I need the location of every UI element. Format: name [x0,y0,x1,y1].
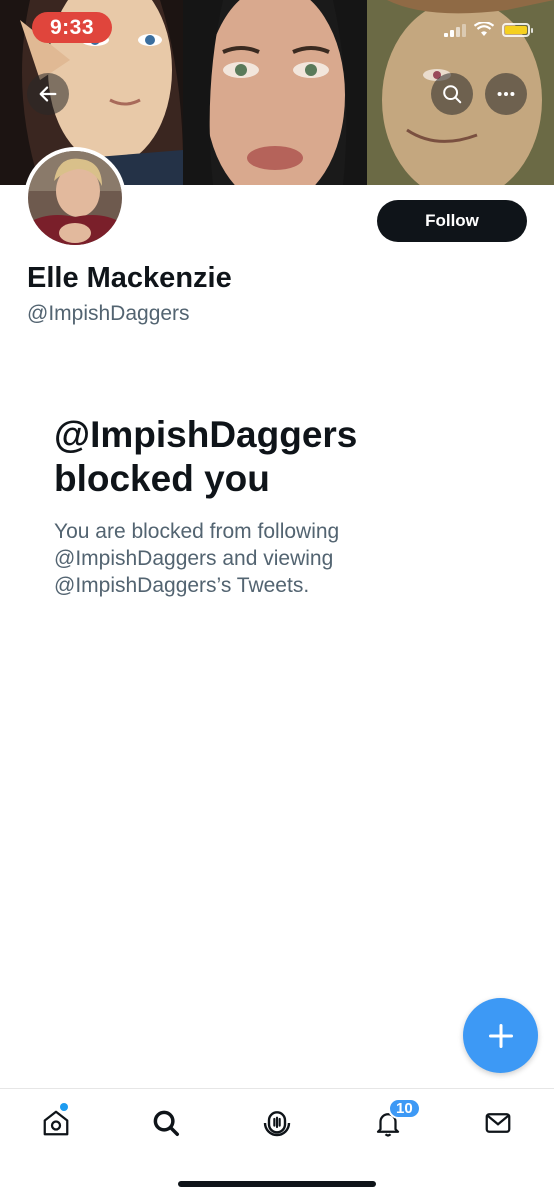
tab-messages[interactable] [480,1105,516,1141]
search-icon [153,1110,179,1136]
plus-icon [488,1023,513,1048]
home-icon [43,1110,69,1136]
search-icon [443,85,462,104]
battery-icon [502,22,533,37]
home-unread-dot [60,1103,68,1111]
avatar-image [28,151,122,245]
more-horizontal-icon [497,91,515,97]
blocked-title: @ImpishDaggers blocked you [54,414,358,499]
tab-search[interactable] [148,1105,184,1141]
notifications-badge: 10 [388,1098,421,1119]
display-name: Elle Mackenzie [27,262,232,294]
search-button[interactable] [431,73,473,115]
profile-handle: @ImpishDaggers [27,302,190,325]
blocked-description: You are blocked from following @ImpishDa… [54,520,340,597]
cellular-signal-icon [444,23,466,37]
wifi-icon [474,22,494,36]
compose-tweet-button[interactable] [463,998,538,1073]
arrow-left-icon [39,86,57,102]
tab-spaces[interactable] [259,1105,295,1141]
profile-avatar[interactable] [24,147,126,249]
tab-notifications[interactable]: 10 [370,1098,421,1141]
banner-art-portrait [183,0,367,185]
home-indicator [178,1181,376,1187]
mail-icon [485,1113,511,1133]
more-button[interactable] [485,73,527,115]
status-time: 9:33 [32,12,112,43]
back-button[interactable] [27,73,69,115]
spaces-icon [263,1111,291,1137]
tab-home[interactable] [38,1103,74,1141]
follow-button[interactable]: Follow [377,200,527,242]
status-indicators [444,22,533,37]
